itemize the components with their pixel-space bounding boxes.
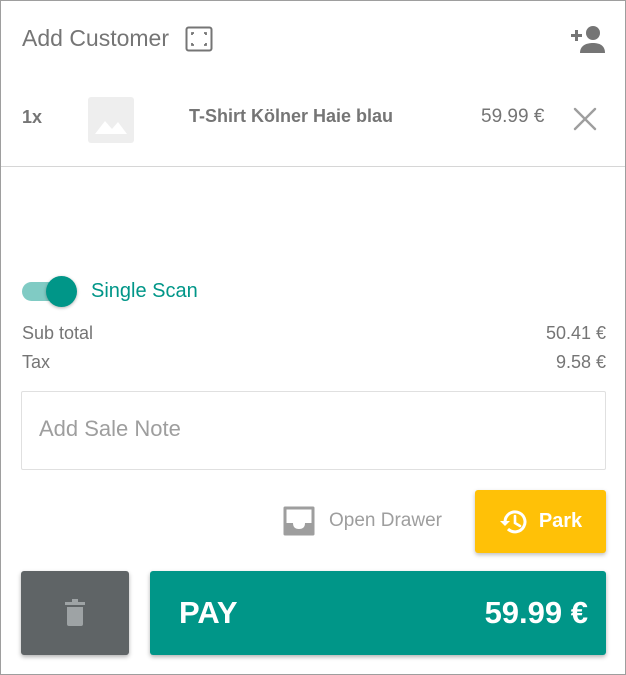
history-icon <box>499 509 527 533</box>
item-price: 59.99 € <box>481 106 545 127</box>
toggle-switch[interactable] <box>22 273 78 309</box>
close-icon[interactable] <box>571 105 599 133</box>
subtotal-value: 50.41 € <box>545 323 606 343</box>
tax-label: Tax <box>22 352 51 372</box>
open-drawer-label: Open Drawer <box>329 510 442 531</box>
scan-frame-icon[interactable] <box>185 26 213 52</box>
open-drawer-button[interactable]: Open Drawer <box>281 501 442 541</box>
park-button[interactable]: Park <box>475 490 606 553</box>
cart-line-item[interactable]: 1x T-Shirt Kölner Haie blau 59.99 € <box>1 85 625 153</box>
single-scan-label: Single Scan <box>91 279 198 302</box>
item-thumbnail <box>88 97 134 143</box>
tax-value: 9.58 € <box>555 352 606 372</box>
trash-icon <box>65 599 85 626</box>
person-add-icon[interactable] <box>569 23 605 55</box>
item-name: T-Shirt Kölner Haie blau <box>189 106 394 126</box>
park-label: Park <box>538 510 583 532</box>
item-quantity: 1x <box>22 107 43 127</box>
toggle-thumb <box>46 276 77 307</box>
customer-header: Add Customer <box>1 1 625 81</box>
image-placeholder-icon <box>95 121 127 134</box>
add-customer-button[interactable]: Add Customer <box>22 25 213 52</box>
pay-amount: 59.99 € <box>484 595 588 630</box>
pay-button[interactable]: PAY 59.99 € <box>150 571 606 655</box>
subtotal-label: Sub total <box>22 323 94 343</box>
checkout-panel: Add Customer 1x T-Shirt Kölner Haie blau… <box>0 0 626 675</box>
sale-note-placeholder: Add Sale Note <box>39 416 181 441</box>
cart-divider <box>1 166 625 167</box>
inbox-tray-icon <box>283 506 315 536</box>
pay-label: PAY <box>179 595 238 630</box>
sale-note-input[interactable]: Add Sale Note <box>21 391 606 470</box>
single-scan-toggle[interactable]: Single Scan <box>22 273 198 309</box>
delete-sale-button[interactable] <box>21 571 129 655</box>
add-customer-label: Add Customer <box>22 25 170 51</box>
